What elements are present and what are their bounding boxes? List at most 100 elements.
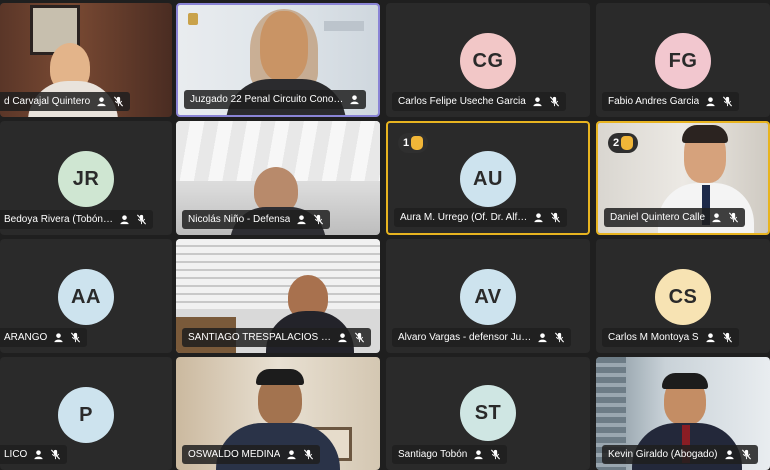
participant-avatar: ST [460, 385, 516, 441]
participant-avatar: AV [460, 269, 516, 325]
participant-tile[interactable]: CS Carlos M Montoya S [596, 239, 770, 353]
participant-namebar: Carlos M Montoya S [602, 328, 739, 347]
participant-namebar: Carlos Felipe Useche Garcia [392, 92, 566, 111]
participant-name: Aura M. Urrego (Of. Dr. Alf… [400, 212, 528, 223]
participant-avatar: JR [58, 151, 114, 207]
participant-avatar: FG [655, 33, 711, 89]
mic-off-icon [551, 212, 561, 223]
mic-off-icon [114, 96, 124, 107]
role-icon [724, 450, 734, 460]
participant-namebar: Santiago Tobón [392, 445, 508, 464]
participant-namebar: Fabio Andres Garcia [602, 92, 740, 111]
participant-avatar: CS [655, 269, 711, 325]
participant-tile[interactable]: AV Alvaro Vargas - defensor Ju… [386, 239, 590, 353]
participant-tile[interactable]: Nicolás Niño - Defensa [176, 121, 380, 235]
participant-name: Daniel Quintero Calle [610, 212, 706, 223]
participant-namebar: Alvaro Vargas - defensor Ju… [392, 328, 572, 347]
raised-hand-icon [621, 136, 634, 150]
participant-namebar: Daniel Quintero Calle [604, 208, 746, 227]
participant-name: SANTIAGO TRESPALACIOS … [188, 332, 331, 343]
raised-hand-badge: 2 [608, 133, 639, 153]
participant-name: d Carvajal Quintero [4, 96, 91, 107]
raised-hand-icon [411, 136, 424, 150]
mic-off-icon [741, 449, 751, 460]
participant-namebar: SANTIAGO TRESPALACIOS … [182, 328, 371, 347]
hand-order: 2 [613, 137, 620, 149]
mic-off-icon [136, 214, 146, 225]
role-icon [287, 450, 297, 460]
person-hair [682, 125, 728, 143]
participant-namebar: d Carvajal Quintero [0, 92, 131, 111]
participant-avatar: AU [460, 151, 516, 207]
role-icon [533, 97, 542, 107]
mic-off-icon [729, 212, 739, 223]
participant-tile[interactable]: 1 AU Aura M. Urrego (Of. Dr. Alf… [386, 121, 590, 235]
participant-tile[interactable]: Kevin Giraldo (Abogado) [596, 357, 770, 470]
raised-hand-badge: 1 [398, 133, 429, 153]
role-icon [34, 450, 43, 460]
participant-name: Bedoya Rivera (Tobón… [4, 214, 113, 225]
mic-off-icon [354, 332, 365, 343]
participant-name: Fabio Andres Garcia [608, 96, 700, 107]
participant-namebar: Juzgado 22 Penal Circuito Cono… [184, 90, 367, 109]
role-icon [54, 333, 63, 343]
role-icon [538, 333, 547, 343]
mic-off-icon [722, 332, 732, 343]
person-hair [250, 9, 318, 89]
mic-off-icon [51, 449, 61, 460]
role-icon [474, 450, 483, 460]
role-icon [297, 215, 306, 225]
mic-off-icon [491, 449, 501, 460]
participant-tile[interactable]: SANTIAGO TRESPALACIOS … [176, 239, 380, 353]
participant-tile[interactable]: OSWALDO MEDINA [176, 357, 380, 470]
mic-off-icon [549, 96, 559, 107]
participant-name: OSWALDO MEDINA [188, 449, 281, 460]
mic-off-icon [555, 332, 565, 343]
participant-name: Carlos M Montoya S [608, 332, 699, 343]
court-logo [188, 13, 198, 25]
role-icon [705, 333, 715, 343]
participant-name: Alvaro Vargas - defensor Ju… [398, 332, 532, 343]
participant-name: Carlos Felipe Useche Garcia [398, 96, 526, 107]
participant-tile[interactable]: 2 Daniel Quintero Calle [596, 121, 770, 235]
participant-tile[interactable]: JR Bedoya Rivera (Tobón… [0, 121, 172, 235]
role-icon [712, 213, 721, 223]
mic-off-icon [723, 96, 733, 107]
mic-off-icon [304, 449, 314, 460]
role-icon [120, 215, 129, 225]
person-hair [256, 369, 304, 385]
participant-name: Nicolás Niño - Defensa [188, 214, 291, 225]
participant-namebar: Aura M. Urrego (Of. Dr. Alf… [394, 208, 568, 227]
participant-tile[interactable]: CG Carlos Felipe Useche Garcia [386, 3, 590, 117]
participant-tile[interactable]: ST Santiago Tobón [386, 357, 590, 470]
participant-namebar: Kevin Giraldo (Abogado) [602, 445, 758, 464]
mic-off-icon [71, 332, 81, 343]
participant-tile[interactable]: d Carvajal Quintero [0, 3, 172, 117]
participant-avatar: CG [460, 33, 516, 89]
participant-namebar: ARANGO [0, 328, 88, 347]
participant-tile[interactable]: P LICO [0, 357, 172, 470]
role-icon [338, 333, 347, 343]
participant-tile[interactable]: FG Fabio Andres Garcia [596, 3, 770, 117]
participant-name: ARANGO [4, 332, 48, 343]
participant-name: LICO [4, 449, 28, 460]
participant-tile[interactable]: AA ARANGO [0, 239, 172, 353]
participant-avatar: AA [58, 269, 114, 325]
participant-avatar: P [58, 387, 114, 443]
role-icon [534, 213, 543, 223]
role-icon [706, 97, 715, 107]
role-icon [350, 95, 360, 105]
participant-tile[interactable]: Juzgado 22 Penal Circuito Cono… [176, 3, 380, 117]
person-hair [662, 373, 708, 389]
participant-namebar: OSWALDO MEDINA [182, 445, 321, 464]
role-icon [97, 97, 106, 107]
participant-namebar: LICO [0, 445, 68, 464]
participant-namebar: Bedoya Rivera (Tobón… [0, 210, 153, 229]
participant-name: Santiago Tobón [398, 449, 468, 460]
mic-off-icon [314, 214, 324, 225]
hand-order: 1 [403, 137, 410, 149]
wall-sign [324, 21, 364, 31]
participant-name: Juzgado 22 Penal Circuito Cono… [190, 94, 344, 105]
participant-name: Kevin Giraldo (Abogado) [608, 449, 718, 460]
window-blinds [176, 239, 380, 309]
